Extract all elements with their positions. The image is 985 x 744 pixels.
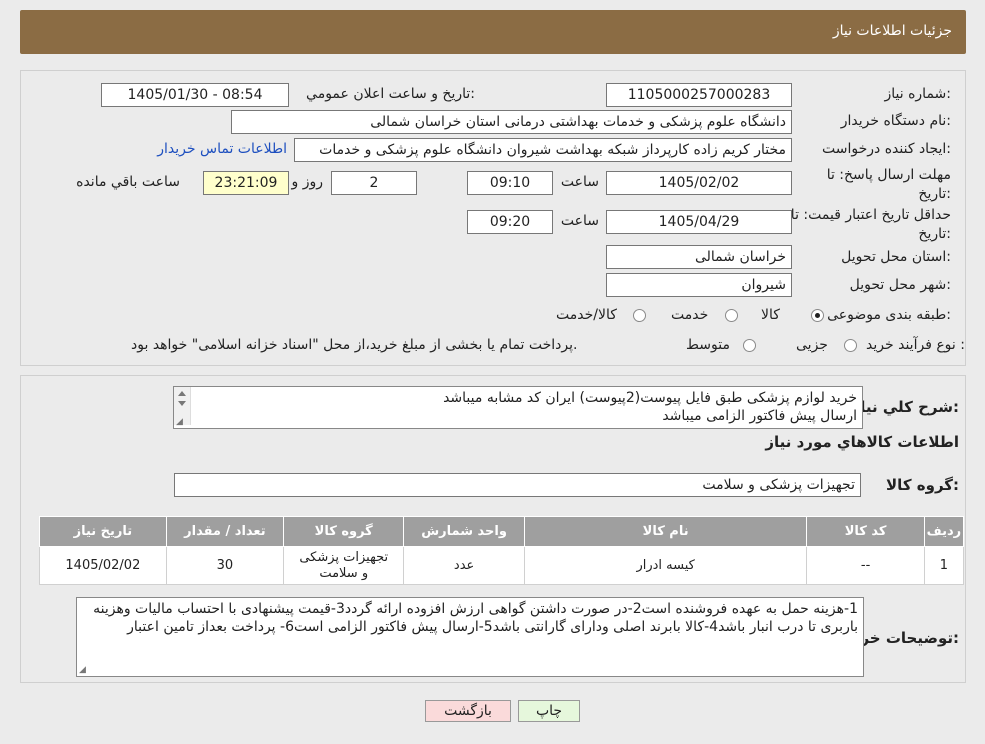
category-goods-service-label: کالا/خدمت [556, 307, 617, 323]
purchase-type-note: پرداخت تمام یا بخشی از مبلغ خرید،از محل … [131, 337, 578, 353]
need-number-label: شماره نیاز: [884, 86, 951, 102]
col-header-qty: تعداد / مقدار [165, 516, 285, 547]
scroll-up-icon[interactable] [178, 391, 186, 396]
response-days-label: روز و [291, 174, 324, 190]
response-date-field[interactable]: 1405/02/02 [606, 171, 792, 195]
resize-handle-icon[interactable]: ◢ [79, 666, 86, 675]
purchase-type-label: نوع فرآیند خرید : [866, 337, 965, 353]
delivery-province-field[interactable]: خراسان شمالی [606, 245, 792, 269]
goods-group-label: گروه کالا: [886, 476, 959, 494]
buyer-contact-link[interactable]: اطلاعات تماس خریدار [157, 141, 287, 157]
summary-line-1: خرید لوازم پزشکی طبق فایل پیوست(2پیوست) … [443, 390, 857, 406]
items-table-header-row: رديف کد کالا نام کالا واحد شمارش گروه کا… [39, 516, 965, 547]
category-goods-service-radio[interactable] [633, 309, 646, 322]
summary-line-2: ارسال پیش فاکتور الزامی میباشد [662, 408, 857, 424]
buyer-org-label: نام دستگاه خریدار: [840, 113, 951, 129]
purchase-type-medium-label: متوسط [686, 337, 730, 353]
response-deadline-label: مهلت ارسال پاسخ: تا تاریخ: [826, 167, 951, 202]
response-time-field[interactable]: 09:10 [467, 171, 553, 195]
delivery-city-field[interactable]: شیروان [606, 273, 792, 297]
col-header-code: کد کالا [806, 516, 925, 547]
back-button[interactable]: بازگشت [425, 700, 511, 722]
items-section-title: اطلاعات کالاهاي مورد نياز [765, 433, 959, 451]
purchase-type-minor-label: جزیی [796, 337, 828, 353]
remaining-time-field: 23:21:09 [203, 171, 289, 195]
cell-name: کیسه ادرار [523, 546, 808, 585]
resize-handle-icon[interactable]: ◢ [176, 418, 183, 427]
category-service-radio[interactable] [725, 309, 738, 322]
buyer-org-field[interactable]: دانشگاه علوم پزشکی و خدمات بهداشتی درمان… [231, 110, 792, 134]
scroll-down-icon[interactable] [178, 401, 186, 406]
need-info-panel: شماره نیاز: 1105000257000283 تاریخ و ساع… [20, 70, 966, 366]
need-number-field[interactable]: 1105000257000283 [606, 83, 792, 107]
response-time-label: ساعت [560, 174, 599, 190]
goods-group-field[interactable]: تجهیزات پزشکی و سلامت [174, 473, 861, 497]
remaining-time-label: ساعت باقي مانده [76, 174, 180, 190]
col-header-unit: واحد شمارش [403, 516, 525, 547]
items-table: رديف کد کالا نام کالا واحد شمارش گروه کا… [39, 516, 965, 585]
cell-group: تجهیزات پزشکی و سلامت [283, 546, 405, 585]
table-row[interactable]: 1 -- کیسه ادرار عدد تجهیزات پزشکی و سلام… [39, 546, 965, 585]
buyer-notes-text: 1-هزینه حمل به عهده فروشنده است2-در صورت… [93, 601, 858, 635]
print-button[interactable]: چاپ [518, 700, 580, 722]
price-validity-label: حداقل تاریخ اعتبار قیمت: تا تاریخ: [790, 207, 951, 242]
category-goods-label: کالا [761, 307, 780, 323]
price-validity-time-label: ساعت [560, 213, 599, 229]
col-header-name: نام کالا [523, 516, 808, 547]
col-header-date: تاریخ نیاز [39, 516, 167, 547]
price-validity-time-field[interactable]: 09:20 [467, 210, 553, 234]
announce-datetime-label: تاریخ و ساعت اعلان عمومي: [306, 86, 475, 102]
col-header-group: گروه کالا [283, 516, 405, 547]
cell-unit: عدد [403, 546, 525, 585]
summary-label: شرح کلي نياز: [851, 398, 959, 416]
summary-textarea[interactable]: خرید لوازم پزشکی طبق فایل پیوست(2پیوست) … [173, 386, 863, 429]
items-panel: شرح کلي نياز: خرید لوازم پزشکی طبق فایل … [20, 375, 966, 683]
page-title: جزئیات اطلاعات نیاز [832, 23, 952, 39]
cell-date: 1405/02/02 [39, 546, 167, 585]
cell-qty: 30 [165, 546, 285, 585]
cell-code: -- [806, 546, 925, 585]
cell-index: 1 [923, 546, 965, 585]
purchase-type-medium-radio[interactable] [743, 339, 756, 352]
price-validity-date-field[interactable]: 1405/04/29 [606, 210, 792, 234]
category-service-label: خدمت [671, 307, 709, 323]
response-days-field[interactable]: 2 [331, 171, 417, 195]
buyer-notes-textarea[interactable]: 1-هزینه حمل به عهده فروشنده است2-در صورت… [76, 597, 864, 677]
delivery-province-label: استان محل تحویل: [841, 249, 951, 265]
category-goods-radio[interactable] [811, 309, 824, 322]
category-label: طبقه بندی موضوعی: [827, 307, 951, 323]
requester-label: ایجاد کننده درخواست: [822, 141, 951, 157]
purchase-type-minor-radio[interactable] [844, 339, 857, 352]
delivery-city-label: شهر محل تحویل: [849, 277, 951, 293]
announce-datetime-field[interactable]: 1405/01/30 - 08:54 [101, 83, 289, 107]
page-header: جزئیات اطلاعات نیاز [20, 10, 966, 54]
requester-field[interactable]: مختار کریم زاده کارپرداز شبکه بهداشت شیر… [294, 138, 792, 162]
col-header-index: رديف [923, 516, 965, 547]
